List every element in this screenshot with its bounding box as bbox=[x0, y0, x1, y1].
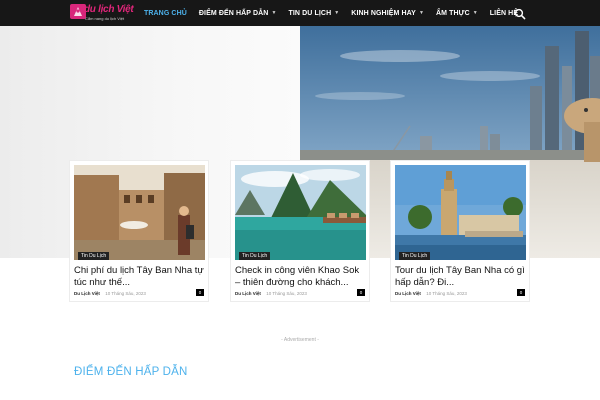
article-meta: Du Lịch Việt 10 Tháng Sáu, 2023 bbox=[395, 291, 467, 296]
chevron-down-icon: ▼ bbox=[472, 10, 478, 16]
menu-item-tips[interactable]: KINH NGHIỆM HAY ▼ bbox=[345, 0, 430, 26]
section-title: ĐIỂM ĐẾN HẤP DẪN bbox=[74, 366, 188, 378]
article-meta: Du Lịch Việt 10 Tháng Sáu, 2023 bbox=[74, 291, 146, 296]
category-badge[interactable]: Tin Du Lịch bbox=[399, 252, 431, 260]
article-thumbnail[interactable]: Tin Du Lịch bbox=[74, 165, 205, 260]
article-card[interactable]: Tin Du Lịch Chi phí du lịch Tây Ban Nha … bbox=[69, 160, 209, 302]
category-badge[interactable]: Tin Du Lịch bbox=[239, 252, 271, 260]
menu-item-label: ĐIỂM ĐẾN HẤP DẪN bbox=[198, 9, 269, 17]
article-card[interactable]: Tin Du Lịch Tour du lịch Tây Ban Nha có … bbox=[390, 160, 530, 302]
article-title[interactable]: Tour du lịch Tây Ban Nha có gì hấp dẫn? … bbox=[395, 265, 526, 289]
menu-item-label: TRANG CHỦ bbox=[144, 9, 187, 17]
menu-item-home[interactable]: TRANG CHỦ bbox=[138, 0, 193, 26]
article-date: 10 Tháng Sáu, 2023 bbox=[426, 291, 467, 296]
comment-count[interactable]: 0 bbox=[517, 289, 525, 296]
search-icon[interactable] bbox=[514, 7, 526, 20]
logo-name: du lịch Việt bbox=[84, 4, 134, 15]
main-menu: TRANG CHỦ ĐIỂM ĐẾN HẤP DẪN ▼ TIN DU LỊCH… bbox=[138, 0, 524, 26]
comment-count[interactable]: 0 bbox=[357, 289, 365, 296]
article-date: 10 Tháng Sáu, 2023 bbox=[266, 291, 307, 296]
chevron-down-icon: ▼ bbox=[271, 10, 277, 16]
site-logo[interactable]: du lịch Việt Cẩm nang du lịch Việt bbox=[70, 3, 134, 23]
article-author[interactable]: Du Lịch Việt bbox=[235, 291, 261, 296]
advertisement-label: - Advertisement - bbox=[281, 337, 319, 343]
article-card[interactable]: Tin Du Lịch Check in công viên Khao Sok … bbox=[230, 160, 370, 302]
article-meta: Du Lịch Việt 10 Tháng Sáu, 2023 bbox=[235, 291, 307, 296]
article-date: 10 Tháng Sáu, 2023 bbox=[105, 291, 146, 296]
article-thumbnail[interactable]: Tin Du Lịch bbox=[395, 165, 526, 260]
chevron-down-icon: ▼ bbox=[334, 10, 340, 16]
top-navbar: du lịch Việt Cẩm nang du lịch Việt TRANG… bbox=[0, 0, 600, 26]
comment-count[interactable]: 0 bbox=[196, 289, 204, 296]
menu-item-label: TIN DU LỊCH bbox=[288, 9, 332, 17]
article-author[interactable]: Du Lịch Việt bbox=[74, 291, 100, 296]
menu-item-label: ẨM THỰC bbox=[436, 9, 470, 17]
article-title[interactable]: Check in công viên Khao Sok – thiên đườn… bbox=[235, 265, 366, 289]
article-thumbnail[interactable]: Tin Du Lịch bbox=[235, 165, 366, 260]
menu-item-label: KINH NGHIỆM HAY bbox=[351, 9, 416, 17]
menu-item-destinations[interactable]: ĐIỂM ĐẾN HẤP DẪN ▼ bbox=[193, 0, 283, 26]
chevron-down-icon: ▼ bbox=[418, 10, 424, 16]
article-title[interactable]: Chi phí du lịch Tây Ban Nha tự túc như t… bbox=[74, 265, 205, 289]
menu-item-cuisine[interactable]: ẨM THỰC ▼ bbox=[430, 0, 484, 26]
article-author[interactable]: Du Lịch Việt bbox=[395, 291, 421, 296]
logo-tagline: Cẩm nang du lịch Việt bbox=[85, 16, 125, 21]
menu-item-travel-news[interactable]: TIN DU LỊCH ▼ bbox=[283, 0, 346, 26]
category-badge[interactable]: Tin Du Lịch bbox=[78, 252, 110, 260]
